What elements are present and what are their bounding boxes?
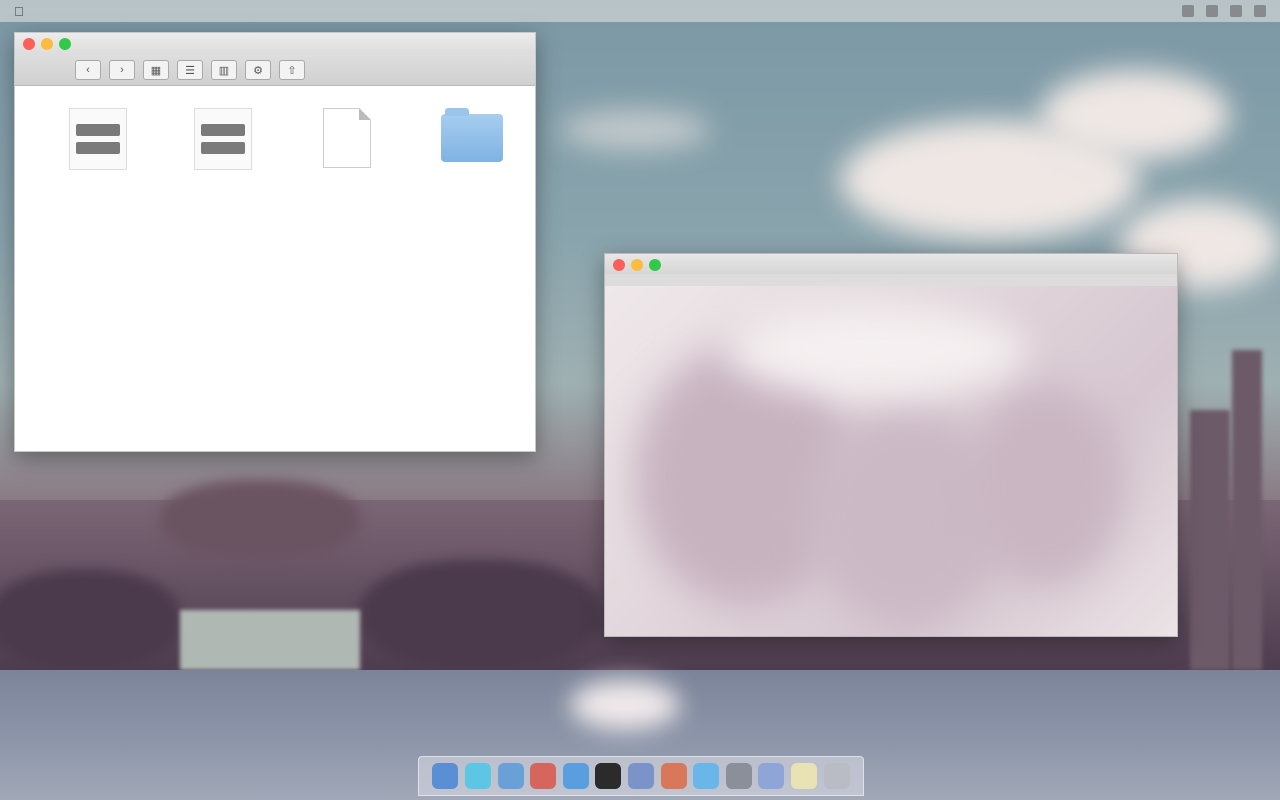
zoom-button[interactable] — [59, 38, 71, 50]
icon-view-button[interactable]: ▦ — [143, 60, 169, 80]
file-item[interactable] — [53, 108, 143, 180]
dock-photos-icon[interactable] — [530, 763, 557, 789]
dock-messages-icon[interactable] — [693, 763, 720, 789]
minimize-button[interactable] — [631, 259, 643, 271]
image-viewer-window[interactable] — [604, 253, 1178, 637]
zoom-button[interactable] — [649, 259, 661, 271]
document-icon — [69, 108, 127, 170]
blank-file-icon — [323, 108, 372, 168]
column-view-button[interactable]: ▥ — [211, 60, 237, 80]
viewer-titlebar[interactable] — [605, 254, 1177, 274]
close-button[interactable] — [613, 259, 625, 271]
search-icon[interactable] — [1254, 5, 1266, 17]
close-button[interactable] — [23, 38, 35, 50]
dock-system-preferences-icon[interactable] — [725, 763, 752, 789]
wifi-icon[interactable] — [1182, 5, 1194, 17]
viewer-image — [605, 286, 1177, 636]
dock-terminal-icon[interactable] — [595, 763, 622, 789]
dock-notes-icon[interactable] — [791, 763, 817, 789]
document-icon — [193, 108, 252, 170]
file-item[interactable] — [302, 108, 392, 180]
dock-safari-icon[interactable] — [464, 763, 491, 789]
minimize-button[interactable] — [41, 38, 53, 50]
dock-trash-icon[interactable] — [823, 763, 850, 789]
list-view-button[interactable]: ☰ — [177, 60, 203, 80]
menu-bar:  — [0, 0, 1280, 22]
arrange-button[interactable]: ⚙ — [245, 60, 271, 80]
dock-finder-icon[interactable] — [432, 763, 459, 789]
dock-calendar-icon[interactable] — [660, 763, 687, 789]
finder-toolbar: ‹ › ▦ ☰ ▥ ⚙ ⇧ — [15, 55, 535, 86]
dock — [418, 756, 864, 796]
finder-content — [15, 86, 535, 180]
clock-icon[interactable] — [1230, 5, 1242, 17]
finder-window[interactable]: ‹ › ▦ ☰ ▥ ⚙ ⇧ — [14, 32, 536, 452]
file-item[interactable] — [178, 108, 268, 180]
dock-mail-icon[interactable] — [497, 763, 524, 789]
dock-app-store-icon[interactable] — [562, 763, 589, 789]
dock-itunes-icon[interactable] — [758, 763, 785, 789]
folder-item[interactable] — [427, 108, 517, 180]
forward-button[interactable]: › — [109, 60, 135, 80]
share-button[interactable]: ⇧ — [279, 60, 305, 80]
finder-titlebar[interactable] — [15, 33, 535, 55]
folder-icon — [440, 108, 503, 162]
dock-preview-icon[interactable] — [627, 763, 654, 789]
battery-icon[interactable] — [1206, 5, 1218, 17]
back-button[interactable]: ‹ — [75, 60, 101, 80]
apple-icon[interactable]:  — [14, 4, 24, 19]
